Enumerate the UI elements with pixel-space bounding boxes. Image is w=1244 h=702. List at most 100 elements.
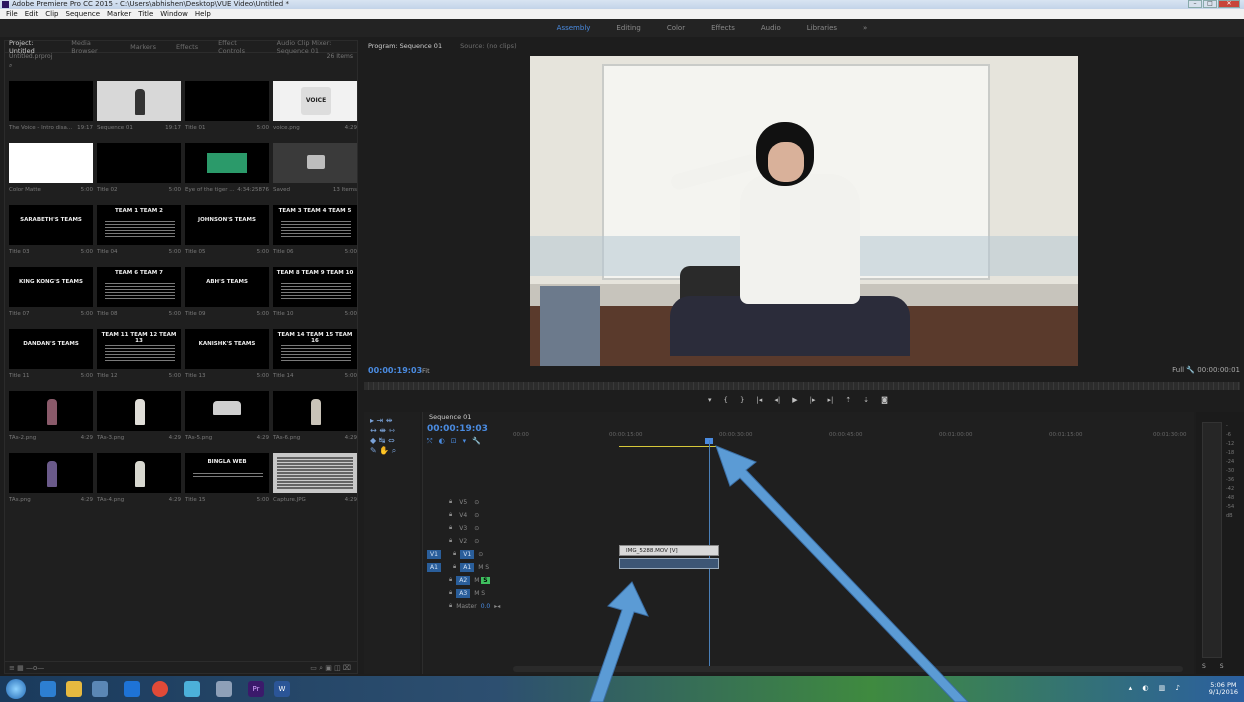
lock-icon[interactable]: 🔒︎ [449,576,452,584]
workspace-assembly[interactable]: Assembly [557,24,591,32]
word-icon[interactable]: W [274,681,290,697]
project-item[interactable]: Capture.JPG 4:29 [273,453,357,511]
project-item[interactable]: TAs-2.png 4:29 [9,391,93,449]
quality-dropdown[interactable]: Full [1172,366,1184,374]
source-patch-a1[interactable]: A1 [427,562,441,572]
eye-icon[interactable]: ⊙ [478,551,483,558]
timeline-timecode[interactable]: 00:00:19:03 [427,424,488,434]
eye-icon[interactable]: ⊙ [474,525,479,532]
go-to-in-icon[interactable]: |◂ [756,396,762,404]
app-icon[interactable] [92,681,108,697]
track-label[interactable]: V4 [456,511,470,520]
lift-icon[interactable]: ⇡ [845,396,851,404]
project-item[interactable]: Sequence 01 19:17 [97,81,181,139]
project-item[interactable]: TAs-3.png 4:29 [97,391,181,449]
solo-buttons[interactable]: S S [1202,663,1230,670]
track-label[interactable]: V3 [456,524,470,533]
project-item[interactable]: TAs-6.png 4:29 [273,391,357,449]
premiere-taskbar-icon[interactable]: Pr [248,681,264,697]
track-label[interactable]: V5 [456,498,470,507]
menu-clip[interactable]: Clip [45,9,58,19]
workspace-libraries[interactable]: Libraries [807,24,837,32]
workspace-color[interactable]: Color [667,24,685,32]
menu-sequence[interactable]: Sequence [66,9,101,19]
workspace-audio[interactable]: Audio [761,24,781,32]
video-clip[interactable]: IMG_5288.MOV [V] [619,545,719,556]
menu-help[interactable]: Help [195,9,211,19]
project-item[interactable]: TEAM 14 TEAM 15 TEAM 16 Title 14 5:00 [273,329,357,387]
time-ruler[interactable]: 00:00 00:00:15:00 00:00:30:00 00:00:45:0… [513,430,1193,444]
fit-dropdown[interactable]: Fit [422,367,430,375]
program-timecode[interactable]: 00:00:19:03 [368,366,422,375]
step-back-icon[interactable]: ◂| [774,396,780,404]
track-label[interactable]: V2 [456,537,470,546]
tool-icons[interactable]: ▸ ⇥ ⇹ ↔ ⇼ ⇿ ◆ ↹ ⇔ ✎ ✋ ⌕ [364,412,420,460]
mark-in-icon[interactable]: { [724,396,728,404]
skip-icon[interactable]: ▸◂ [494,603,500,610]
tab-program[interactable]: Program: Sequence 01 [368,42,442,50]
project-item[interactable]: VOICE voice.png 4:29 [273,81,357,139]
lock-icon[interactable]: 🔒︎ [449,498,452,506]
master-volume[interactable]: 0.0 [481,603,491,610]
menu-title[interactable]: Title [138,9,153,19]
project-item[interactable]: KANISHK'S TEAMS Title 13 5:00 [185,329,269,387]
folder-icon[interactable] [66,681,82,697]
lock-icon[interactable]: 🔒︎ [449,589,452,597]
lock-icon[interactable]: 🔒︎ [449,602,452,610]
project-item[interactable]: Saved 13 Items [273,143,357,201]
export-frame-icon[interactable]: ◙ [881,396,888,404]
tab-source[interactable]: Source: (no clips) [460,42,517,50]
start-button[interactable] [6,679,26,699]
timeline-scrollbar[interactable] [513,666,1183,672]
workspace-editing[interactable]: Editing [616,24,640,32]
extract-icon[interactable]: ⇣ [863,396,869,404]
timeline-toolbar-icons[interactable]: ⤲◐⊡▾🔧 [427,437,487,446]
project-item[interactable]: TAs-5.png 4:29 [185,391,269,449]
menu-window[interactable]: Window [160,9,188,19]
workspace-effects[interactable]: Effects [711,24,735,32]
tab-markers[interactable]: Markers [130,43,156,51]
project-item[interactable]: JOHNSON'S TEAMS Title 05 5:00 [185,205,269,263]
tab-sequence[interactable]: Sequence 01 [423,412,1194,422]
track-label[interactable]: A2 [456,575,471,585]
work-area-bar[interactable] [619,446,717,447]
new-item-icon[interactable]: ▭ ⌕ ▣ ◫ ⌧ [310,662,351,674]
skype-icon[interactable] [124,681,140,697]
maximize-button[interactable]: □ [1203,0,1217,8]
mark-out-icon[interactable]: } [740,396,744,404]
audio-clip[interactable] [619,558,719,569]
clock[interactable]: 5:06 PM 9/1/2016 [1209,682,1238,696]
project-search-input[interactable]: ⌕ [5,62,357,72]
mute-icon[interactable]: M S [474,590,485,597]
project-item[interactable]: The Voice - Intro disa... 19:17 [9,81,93,139]
wrench-icon[interactable]: 🔧 [1186,366,1195,374]
system-tray-icons[interactable]: ▴ ◐ ▥ ♪ [1129,684,1184,692]
play-icon[interactable]: ▶ [792,396,797,404]
app-icon[interactable] [216,681,232,697]
project-item[interactable]: TEAM 6 TEAM 7 Title 08 5:00 [97,267,181,325]
add-marker-icon[interactable]: ▾ [708,396,712,404]
icon-view-icon[interactable]: ▦ [17,664,24,672]
project-item[interactable]: TEAM 11 TEAM 12 TEAM 13 Title 12 5:00 [97,329,181,387]
project-item[interactable]: SARABETH'S TEAMS Title 03 5:00 [9,205,93,263]
track-label[interactable]: V1 [460,549,475,559]
project-item[interactable]: TEAM 1 TEAM 2 Title 04 5:00 [97,205,181,263]
menu-edit[interactable]: Edit [25,9,39,19]
tab-effect-controls[interactable]: Effect Controls [218,39,257,55]
project-item[interactable]: TAs-4.png 4:29 [97,453,181,511]
project-item[interactable]: BINGLA WEB Title 15 5:00 [185,453,269,511]
lock-icon[interactable]: 🔒︎ [453,563,456,571]
track-label[interactable]: A3 [456,588,471,598]
project-item[interactable]: Title 01 5:00 [185,81,269,139]
mute-icon[interactable]: M S [478,564,489,571]
track-label[interactable]: A1 [460,562,475,572]
eye-icon[interactable]: ⊙ [474,512,479,519]
zoom-slider[interactable]: —o— [26,664,44,672]
project-item[interactable]: DANDAN'S TEAMS Title 11 5:00 [9,329,93,387]
lock-icon[interactable]: 🔒︎ [449,524,452,532]
menu-file[interactable]: File [6,9,18,19]
more-workspaces-icon[interactable]: » [863,24,867,32]
tab-media-browser[interactable]: Media Browser [71,39,110,55]
eye-icon[interactable]: ⊙ [474,538,479,545]
project-item[interactable]: Color Matte 5:00 [9,143,93,201]
